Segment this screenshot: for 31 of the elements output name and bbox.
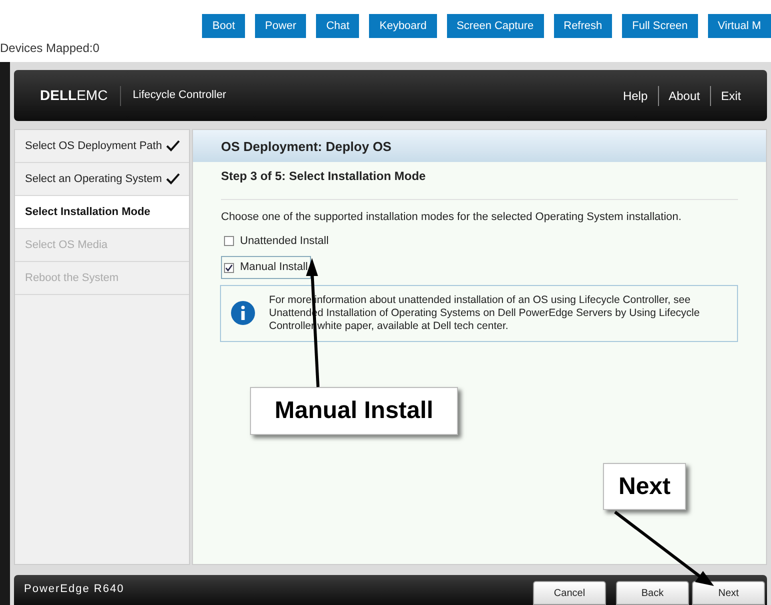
checkmark-icon	[166, 140, 180, 152]
install-mode-option[interactable]: Manual Install	[221, 256, 311, 279]
toolbar-button[interactable]: Power	[255, 14, 306, 38]
instruction-text: Choose one of the supported installation modes for the selected Operating System installation.	[221, 210, 682, 226]
header-link[interactable]: Exit	[720, 86, 741, 105]
product-title: Lifecycle Controller	[132, 88, 226, 104]
checkbox[interactable]	[224, 262, 234, 273]
toolbar-button[interactable]: Chat	[316, 14, 360, 38]
footer-button[interactable]: Next	[692, 581, 765, 605]
step-item[interactable]: Select Installation Mode	[15, 196, 189, 230]
step-title: Step 3 of 5: Select Installation Mode	[221, 167, 738, 200]
toolbar-button[interactable]: Screen Capture	[446, 14, 544, 38]
toolbar-button[interactable]: Virtual M	[708, 14, 771, 38]
checkmark-icon	[166, 173, 180, 186]
server-model: PowerEdge R640	[24, 582, 124, 597]
info-icon	[231, 301, 255, 326]
header-link[interactable]: Help	[622, 86, 648, 105]
toolbar-button[interactable]: Refresh	[554, 14, 612, 38]
footer-button[interactable]: Cancel	[533, 581, 606, 605]
callout-label: Manual Install	[250, 387, 458, 435]
page-title-bar: OS Deployment: Deploy OS	[193, 130, 766, 162]
checkbox[interactable]	[224, 236, 234, 246]
header-link[interactable]: About	[668, 86, 700, 105]
toolbar-button[interactable]: Full Screen	[622, 14, 698, 38]
toolbar-button[interactable]: Boot	[202, 14, 246, 38]
install-mode-option[interactable]: Unattended Install	[221, 230, 332, 252]
toolbar-button[interactable]: Keyboard	[369, 14, 437, 38]
footer-button[interactable]: Back	[616, 581, 689, 605]
devices-mapped-label: Devices Mapped:0	[0, 42, 100, 54]
callout-label: Next	[603, 463, 686, 510]
brand-logo: DELLEMC	[40, 86, 108, 106]
